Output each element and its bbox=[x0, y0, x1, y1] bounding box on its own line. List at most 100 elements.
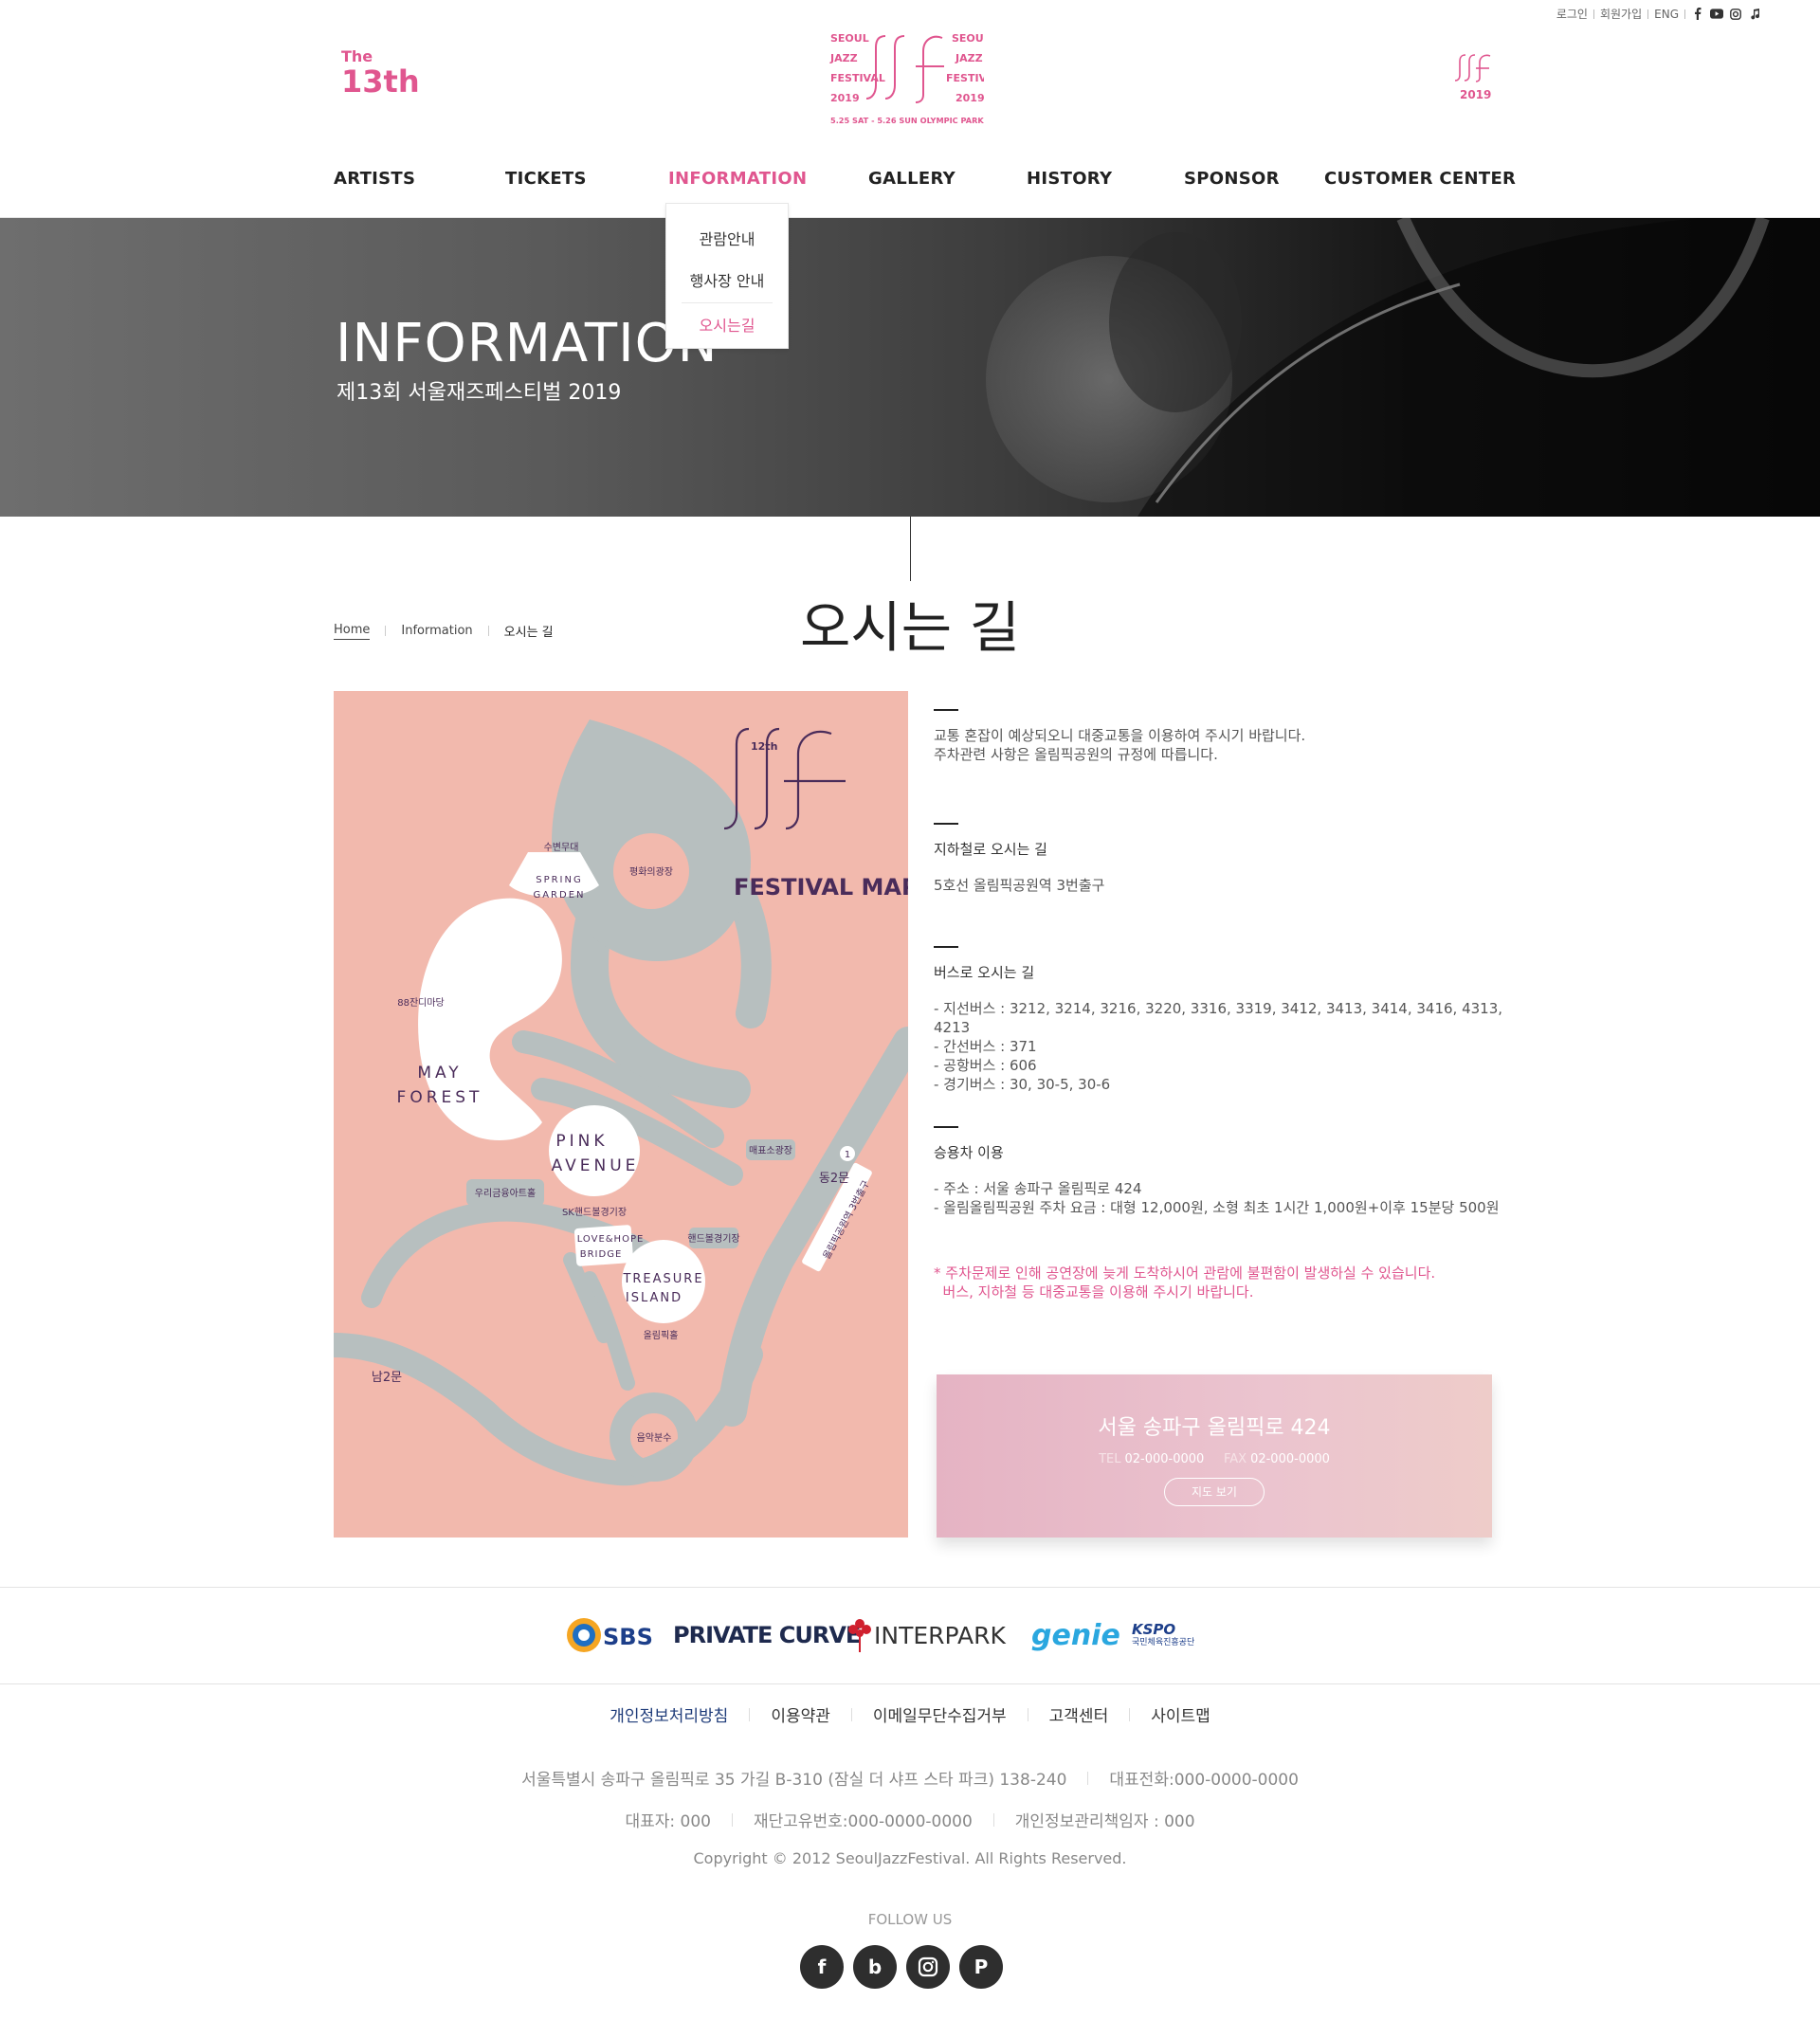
map-label-sk-hall: SK핸드볼경기장 bbox=[562, 1206, 627, 1218]
nav-tickets[interactable]: TICKETS bbox=[505, 169, 587, 189]
logo-right-year: 2019 bbox=[1460, 88, 1491, 101]
hero-title: INFORMATION bbox=[336, 313, 719, 374]
footer-link-customer-center[interactable]: 고객센터 bbox=[1028, 1702, 1130, 1726]
festival-map: 12th FESTIVAL MAP 수변무대 SPRING GARDEN 88잔… bbox=[334, 691, 908, 1538]
map-label-south-gate: 남2문 bbox=[372, 1371, 402, 1385]
nav-customer-center[interactable]: CUSTOMER CENTER bbox=[1324, 169, 1516, 189]
footer-ceo: 대표자: 000 bbox=[625, 1812, 711, 1831]
logo-word: SEOUL bbox=[952, 32, 984, 45]
dropdown-item-viewing-guide[interactable]: 관람안내 bbox=[666, 227, 788, 249]
map-label-fountain: 음악분수 bbox=[637, 1432, 672, 1444]
hero-subtitle: 제13회 서울재즈페스티벌 2019 bbox=[337, 381, 622, 405]
map-label-peace-plaza: 평화의광장 bbox=[629, 866, 673, 878]
car-line: - 올림올림픽공원 주차 요금 : 대형 12,000원, 소형 최초 1시간 … bbox=[934, 1199, 1500, 1216]
sponsor-interpark-logo[interactable]: INTERPARK bbox=[846, 1607, 1006, 1664]
divider bbox=[992, 1812, 994, 1827]
festival-map-illustration: 12th FESTIVAL MAP 수변무대 SPRING GARDEN 88잔… bbox=[334, 719, 908, 1486]
map-label-olympic-hall: 올림픽홀 bbox=[644, 1329, 679, 1341]
footer-privacy-officer: 개인정보관리책임자 : 000 bbox=[1014, 1812, 1195, 1831]
global-navigation: ARTISTS TICKETS INFORMATION GALLERY HIST… bbox=[0, 169, 1820, 216]
map-title: FESTIVAL MAP bbox=[734, 874, 908, 901]
parking-warning: * 주차문제로 인해 공연장에 늦게 도착하시어 관람에 불편함이 발생하실 수… bbox=[934, 1264, 1512, 1301]
breadcrumb-home[interactable]: Home bbox=[334, 623, 371, 640]
footer-copyright: Copyright © 2012 SeoulJazzFestival. All … bbox=[693, 1849, 1127, 1867]
login-link[interactable]: 로그인 bbox=[1556, 6, 1588, 22]
hero-guitar-image bbox=[1109, 218, 1820, 517]
page-title: 오시는 길 bbox=[800, 595, 1020, 660]
anniv-number: 13th bbox=[341, 64, 420, 100]
map-label-pink-avenue: AVENUE bbox=[552, 1156, 640, 1175]
lang-link[interactable]: ENG bbox=[1654, 8, 1679, 21]
youtube-icon[interactable] bbox=[1710, 8, 1723, 21]
facebook-icon[interactable] bbox=[1691, 8, 1704, 21]
map-label-may-forest: FOREST bbox=[397, 1088, 483, 1107]
warning-line: 버스, 지하철 등 대중교통을 이용해 주시기 바랍니다. bbox=[934, 1283, 1254, 1301]
section-bar bbox=[934, 709, 958, 711]
notice-line: 교통 혼잡이 예상되오니 대중교통을 이용하여 주시기 바랍니다. bbox=[934, 727, 1306, 744]
map-label-pink-avenue: PINK bbox=[555, 1132, 608, 1151]
sjf-small-logo[interactable]: 2019 bbox=[1454, 51, 1492, 104]
logo-word: JAZZ bbox=[955, 52, 983, 64]
map-label-88hall: 88잔디마당 bbox=[397, 997, 445, 1009]
signup-link[interactable]: 회원가입 bbox=[1600, 6, 1642, 22]
sponsor-genie-logo[interactable]: genie bbox=[1031, 1607, 1120, 1664]
sponsor-kspo-subtext: 국민체육진흥공단 bbox=[1132, 1638, 1195, 1647]
footer-phone: 대표전화:000-0000-0000 bbox=[1109, 1771, 1299, 1790]
footer-link-email-refusal[interactable]: 이메일무단수집거부 bbox=[852, 1702, 1028, 1726]
bus-title: 버스로 오시는 길 bbox=[934, 964, 1035, 981]
map-label-east-gate: 동2문 bbox=[819, 1172, 849, 1186]
divider bbox=[1647, 9, 1649, 19]
footer-link-sitemap[interactable]: 사이트맵 bbox=[1130, 1702, 1231, 1726]
nav-sponsor[interactable]: SPONSOR bbox=[1184, 169, 1280, 189]
hero-connector-line bbox=[910, 517, 911, 581]
footer-link-terms[interactable]: 이용약관 bbox=[750, 1702, 851, 1726]
bus-line: - 간선버스 : 371 bbox=[934, 1038, 1037, 1055]
pinterest-icon[interactable]: P bbox=[959, 1945, 1003, 1989]
notice-section: 교통 혼잡이 예상되오니 대중교통을 이용하여 주시기 바랍니다. 주차관련 사… bbox=[934, 709, 1512, 764]
bus-line: - 공항버스 : 606 bbox=[934, 1057, 1037, 1074]
view-map-button[interactable]: 지도 보기 bbox=[1164, 1478, 1265, 1506]
section-bar bbox=[934, 823, 958, 825]
address-card-address: 서울 송파구 올림픽로 424 bbox=[1098, 1416, 1331, 1440]
breadcrumb-information[interactable]: Information bbox=[401, 624, 472, 638]
logo-word: SEOUL bbox=[830, 32, 869, 45]
section-bar bbox=[934, 1126, 958, 1128]
subway-section: 지하철로 오시는 길 5호선 올림픽공원역 3번출구 bbox=[934, 823, 1512, 895]
blog-icon[interactable]: b bbox=[853, 1945, 897, 1989]
subway-title: 지하철로 오시는 길 bbox=[934, 841, 1047, 858]
sponsor-divider-bottom bbox=[0, 1683, 1820, 1684]
dropdown-item-venue-guide[interactable]: 행사장 안내 bbox=[666, 268, 788, 291]
tel-number: 02-000-0000 bbox=[1124, 1452, 1205, 1466]
map-badge: 12th bbox=[751, 740, 777, 753]
footer-company-row: 대표자: 000 재단고유번호:000-0000-0000 개인정보관리책임자 … bbox=[0, 1808, 1820, 1831]
footer-address: 서울특별시 송파구 올림픽로 35 가길 B-310 (잠실 더 샤프 스타 파… bbox=[521, 1771, 1067, 1790]
sponsor-private-curve-logo[interactable]: PRIVATE CURVE bbox=[673, 1607, 861, 1664]
nav-artists[interactable]: ARTISTS bbox=[334, 169, 415, 189]
instagram-icon[interactable] bbox=[906, 1945, 950, 1989]
nav-information[interactable]: INFORMATION bbox=[668, 169, 807, 189]
sponsor-sbs-logo[interactable]: SBS bbox=[565, 1607, 654, 1664]
sponsor-kspo-logo[interactable]: KSPO 국민체육진흥공단 bbox=[1132, 1607, 1194, 1664]
notice-line: 주차관련 사항은 올림픽공원의 규정에 따릅니다. bbox=[934, 746, 1218, 763]
nav-gallery[interactable]: GALLERY bbox=[868, 169, 956, 189]
hero-banner: INFORMATION 제13회 서울재즈페스티벌 2019 bbox=[0, 218, 1820, 517]
map-label-number: 1 bbox=[845, 1150, 850, 1160]
dropdown-item-directions[interactable]: 오시는길 bbox=[666, 313, 788, 336]
instagram-icon[interactable] bbox=[1729, 8, 1742, 21]
footer-nav: 개인정보처리방침 이용약관 이메일무단수집거부 고객센터 사이트맵 bbox=[0, 1702, 1820, 1726]
map-label-may-forest: MAY bbox=[417, 1064, 462, 1083]
sjf-main-logo[interactable]: SEOUL JAZZ FESTIVAL 2019 SEOUL JAZZ FEST… bbox=[828, 28, 984, 133]
anniversary-logo[interactable]: The 13th bbox=[341, 49, 420, 100]
address-card: 서울 송파구 올림픽로 424 TEL 02-000-0000 FAX 02-000… bbox=[937, 1374, 1492, 1538]
facebook-icon[interactable]: f bbox=[800, 1945, 844, 1989]
footer-corp-number: 재단고유번호:000-0000-0000 bbox=[753, 1812, 973, 1831]
divider bbox=[1592, 9, 1594, 19]
footer-link-privacy[interactable]: 개인정보처리방침 bbox=[589, 1702, 749, 1726]
tel-label: TEL bbox=[1099, 1452, 1121, 1466]
map-label-love-bridge: LOVE&HOPE bbox=[577, 1234, 645, 1245]
sponsor-genie-text: genie bbox=[1031, 1618, 1120, 1652]
sponsor-interpark-text: INTERPARK bbox=[874, 1621, 1006, 1649]
nav-history[interactable]: HISTORY bbox=[1027, 169, 1112, 189]
bus-line: - 지선버스 : 3212, 3214, 3216, 3220, 3316, 3… bbox=[934, 1000, 1503, 1036]
music-icon[interactable] bbox=[1748, 8, 1761, 21]
